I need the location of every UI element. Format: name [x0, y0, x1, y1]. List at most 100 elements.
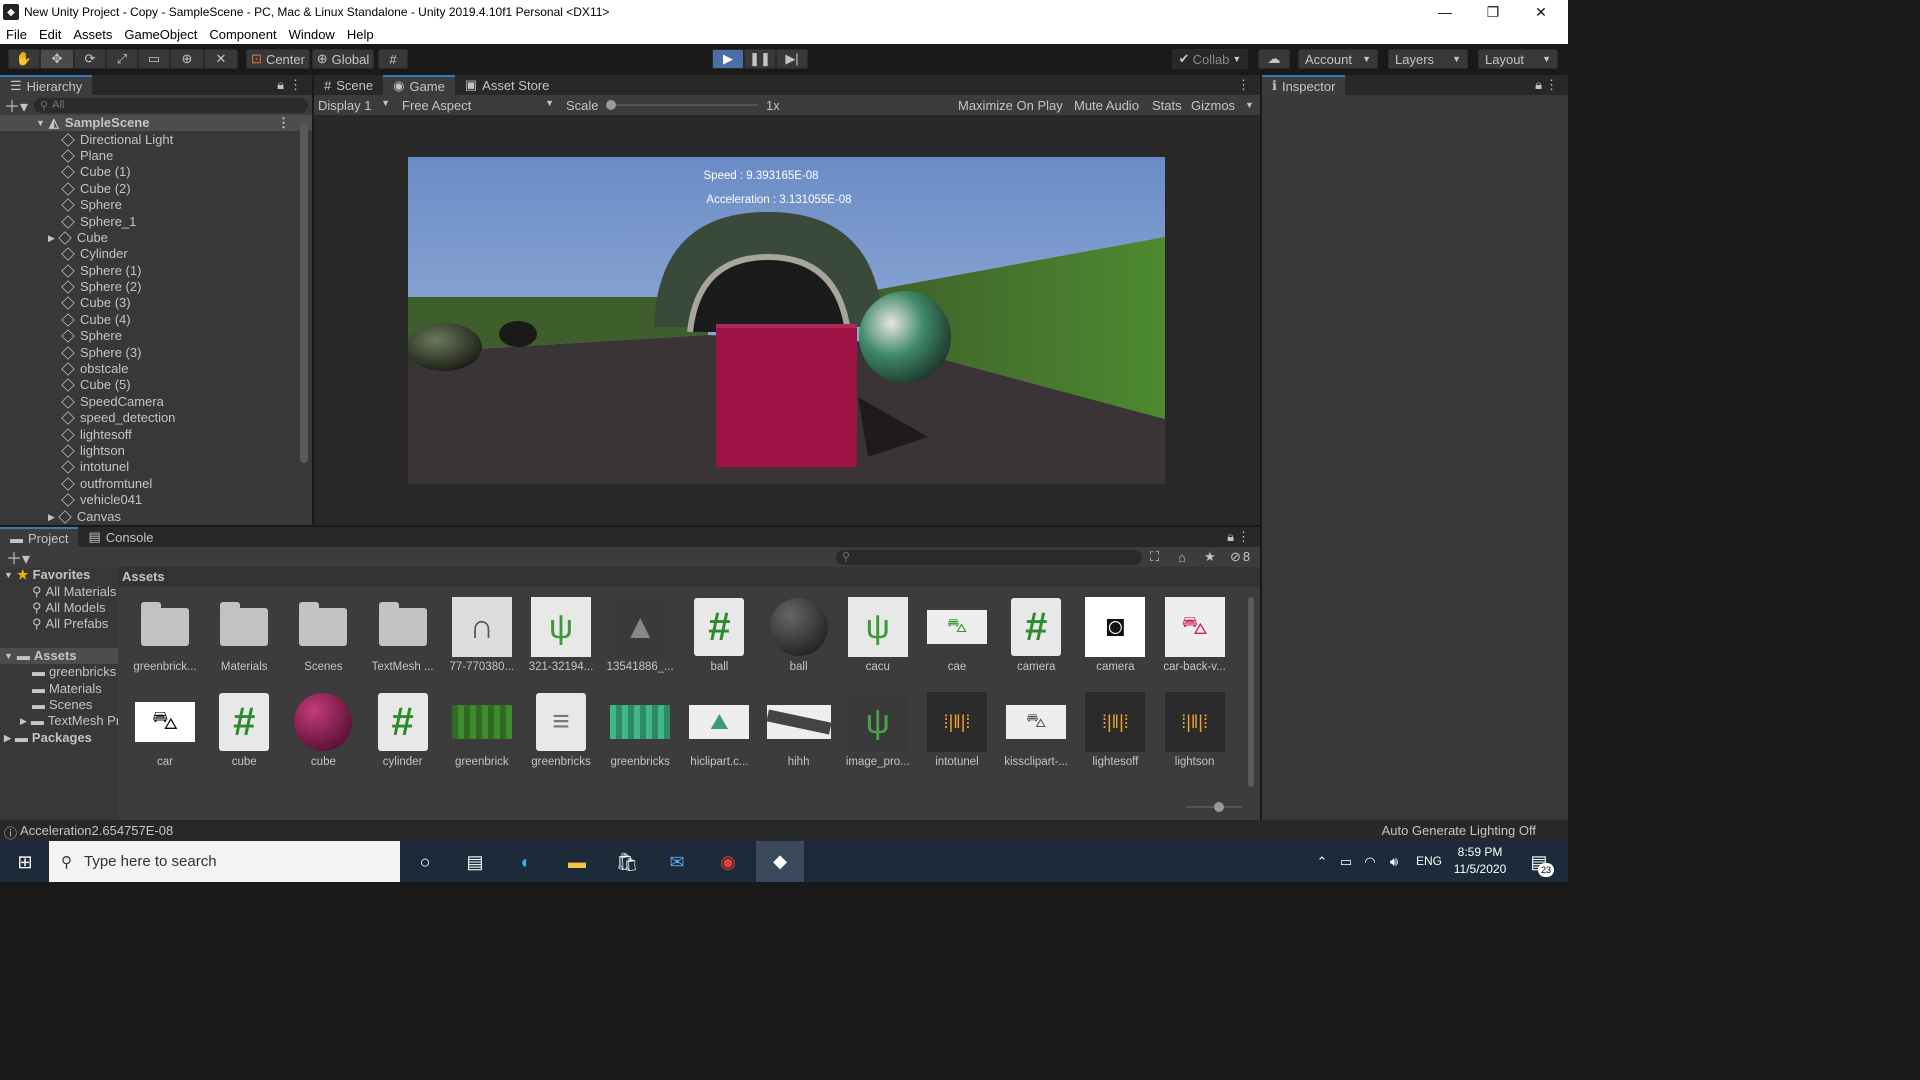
tab-asset-store[interactable]: ▣ Asset Store [455, 75, 560, 95]
scene-menu-icon[interactable]: ⋮ [277, 115, 290, 131]
asset-item[interactable]: ψ cacu [843, 597, 913, 673]
asset-item[interactable]: cube [288, 692, 358, 768]
tab-project[interactable]: ▬ Project [0, 527, 79, 547]
project-menu-icon[interactable]: ⋮ [1237, 529, 1250, 545]
menu-window[interactable]: Window [283, 27, 341, 42]
volume-icon[interactable]: 🔊︎ [1384, 847, 1404, 877]
tab-scene[interactable]: # Scene [314, 75, 383, 95]
status-message[interactable]: Acceleration2.654757E-08 [20, 823, 173, 838]
expand-arrow-icon[interactable]: ▶ [48, 509, 55, 525]
assets-root[interactable]: ▼ ▬ Assets [0, 647, 118, 664]
gizmos-button[interactable]: Gizmos [1191, 98, 1235, 113]
hierarchy-item[interactable]: Sphere_1 [0, 213, 312, 229]
breadcrumb[interactable]: Assets [118, 567, 1260, 587]
asset-item[interactable]: greenbricks [605, 692, 675, 768]
scene-row[interactable]: ▼ ◭ SampleScene ⋮ [0, 115, 312, 132]
hierarchy-item[interactable]: Sphere [0, 328, 312, 344]
project-search-input[interactable]: ⚲ [836, 549, 1142, 565]
asset-item[interactable]: ∩ 77-770380... [447, 597, 517, 673]
tab-inspector[interactable]: ℹ Inspector [1262, 75, 1346, 95]
hierarchy-item[interactable]: Cube (2) [0, 181, 312, 197]
step-button[interactable]: ▶| [776, 49, 808, 69]
transform-tool-icon[interactable]: ⊕ [170, 49, 204, 69]
cortana-icon[interactable]: ○ [410, 847, 440, 877]
asset-scrollbar[interactable] [1248, 597, 1254, 787]
layers-dropdown[interactable]: Layers ▼ [1388, 49, 1468, 69]
asset-item[interactable]: Scenes [288, 597, 358, 673]
maximize-button[interactable]: ❐ [1470, 0, 1516, 24]
hierarchy-item[interactable]: speed_detection [0, 410, 312, 426]
inspector-lock-icon[interactable]: 🔒︎ [1535, 77, 1542, 93]
project-lock-icon[interactable]: 🔒︎ [1227, 529, 1234, 545]
language-indicator[interactable]: ENG [1416, 854, 1442, 868]
asset-item[interactable]: ψ 321-32194... [526, 597, 596, 673]
rect-tool-icon[interactable]: ▭ [138, 49, 170, 69]
hierarchy-item[interactable]: Plane [0, 148, 312, 164]
lock-icon[interactable]: 🔒︎ [277, 77, 284, 93]
folder-scenes[interactable]: ▬ Scenes [0, 697, 118, 713]
hierarchy-item[interactable]: Cube (1) [0, 164, 312, 180]
game-viewport[interactable]: Speed : 9.393165E-08 Acceleration : 3.13… [408, 157, 1165, 484]
asset-item[interactable]: ⁞|‖|⁞ intotunel [922, 692, 992, 768]
unity-taskbar-icon[interactable]: ◆ [756, 841, 804, 882]
windows-start-icon[interactable]: ⊞ [10, 847, 40, 877]
mail-icon[interactable]: ✉ [662, 847, 692, 877]
menu-edit[interactable]: Edit [33, 27, 67, 42]
hierarchy-item[interactable]: obstcale [0, 361, 312, 377]
tab-hierarchy[interactable]: ☰ Hierarchy [0, 75, 93, 95]
clock[interactable]: 8:59 PM 11/5/2020 [1448, 844, 1512, 878]
asset-item[interactable]: TextMesh ... [368, 597, 438, 673]
gizmos-dropdown-icon[interactable]: ▼ [1245, 100, 1254, 110]
asset-item[interactable]: ⛍ car [130, 692, 200, 768]
favorite-all-materials[interactable]: ⚲ All Materials [0, 583, 118, 599]
cloud-icon[interactable]: ☁ [1258, 49, 1290, 69]
menu-gameobject[interactable]: GameObject [118, 27, 203, 42]
chrome-icon[interactable]: ◉ [713, 847, 743, 877]
mute-audio-button[interactable]: Mute Audio [1074, 98, 1139, 113]
asset-item[interactable]: ⛰ hiclipart.c... [684, 692, 754, 768]
play-button[interactable]: ▶ [712, 49, 744, 69]
hierarchy-item[interactable]: ▶ Canvas [0, 508, 312, 524]
folder-materials[interactable]: ▬ Materials [0, 680, 118, 696]
asset-item[interactable]: ball [764, 597, 834, 673]
hierarchy-item[interactable]: Cylinder [0, 246, 312, 262]
rotate-tool-icon[interactable]: ⟳ [74, 49, 106, 69]
asset-item[interactable]: greenbrick [447, 692, 517, 768]
favorites-header[interactable]: ▼ ★ Favorites [0, 567, 118, 583]
pivot-global-button[interactable]: ⊕ Global [312, 49, 374, 69]
minimize-button[interactable]: — [1422, 0, 1468, 24]
pause-button[interactable]: ❚❚ [744, 49, 776, 69]
hierarchy-item[interactable]: Directional Light [0, 131, 312, 147]
file-explorer-icon[interactable]: ▬ [562, 847, 592, 877]
hierarchy-item[interactable]: Cube (4) [0, 312, 312, 328]
store-icon[interactable]: 🛍︎ [612, 847, 642, 877]
asset-item[interactable]: ψ image_pro... [843, 692, 913, 768]
hierarchy-item[interactable]: ▶ Cube [0, 230, 312, 246]
folder-textmesh-pro[interactable]: ▶▬TextMesh Pro [0, 713, 118, 729]
tab-game[interactable]: ◉ Game [383, 75, 455, 95]
menu-component[interactable]: Component [203, 27, 282, 42]
stats-button[interactable]: Stats [1152, 98, 1182, 113]
favorite-all-models[interactable]: ⚲ All Models [0, 600, 118, 616]
grid-snap-icon[interactable]: # [378, 49, 408, 69]
task-view-icon[interactable]: ▤ [460, 847, 490, 877]
scale-slider[interactable] [606, 100, 758, 110]
asset-item[interactable]: ⛍ kissclipart-... [1001, 692, 1071, 768]
hierarchy-item[interactable]: Sphere (1) [0, 263, 312, 279]
thumbnail-size-thumb[interactable] [1214, 802, 1224, 812]
asset-item[interactable]: ⛍ car-back-v... [1160, 597, 1230, 673]
maximize-on-play-button[interactable]: Maximize On Play [958, 98, 1063, 113]
menu-assets[interactable]: Assets [67, 27, 118, 42]
asset-item[interactable]: # ball [684, 597, 754, 673]
hierarchy-item[interactable]: vehicle041 [0, 492, 312, 508]
folder-greenbricks[interactable]: ▬ greenbricks [0, 664, 118, 680]
favorite-star-icon[interactable]: ★ [1204, 549, 1216, 565]
asset-item[interactable]: ▲ 13541886_... [605, 597, 675, 673]
scale-slider-thumb[interactable] [606, 100, 616, 110]
scale-tool-icon[interactable]: ⤢ [106, 49, 138, 69]
hierarchy-search-input[interactable]: ⚲ All [34, 97, 308, 113]
inspector-menu-icon[interactable]: ⋮ [1545, 77, 1558, 93]
tab-console[interactable]: ▤ Console [78, 527, 163, 547]
close-button[interactable]: ✕ [1518, 0, 1564, 24]
packages-root[interactable]: ▶ ▬ Packages [0, 730, 118, 746]
